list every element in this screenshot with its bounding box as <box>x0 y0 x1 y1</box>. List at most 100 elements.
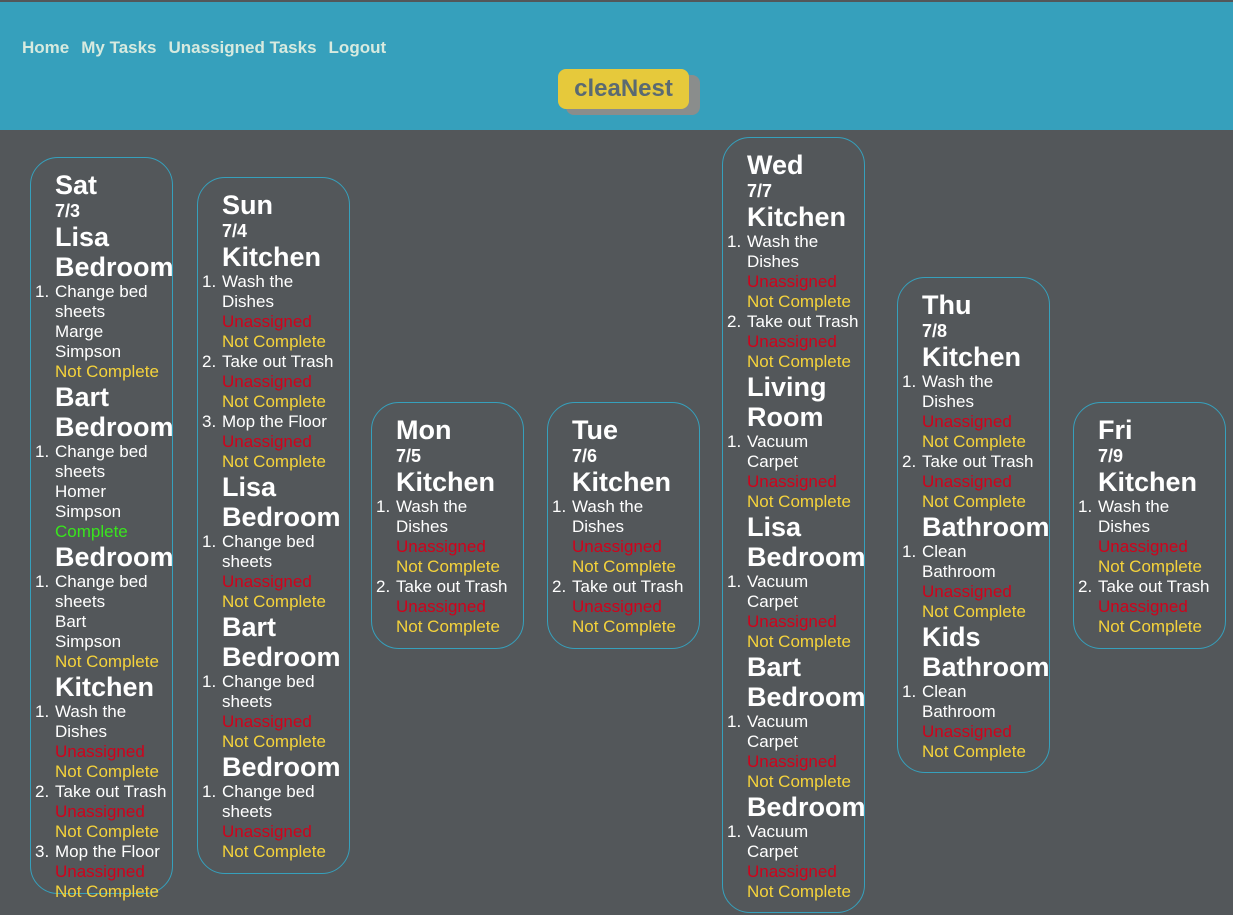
day-date: 7/3 <box>55 201 81 221</box>
task-item[interactable]: 1. Clean Bathroom Unassigned Not Complete <box>902 682 1079 762</box>
day-card-wed[interactable]: Wed 7/7 Kitchen 1. Wash the Dishes Unassigned N… <box>722 137 866 913</box>
day-content: Mon 7/5 Kitchen 1. Wash the Dishes Unassigned N… <box>376 415 553 637</box>
task-assignee: Unassigned <box>1098 537 1188 556</box>
task-item[interactable]: 1. Change bed sheets Bart Simpson Not Comple… <box>35 572 202 672</box>
task-status: Not Complete <box>1098 557 1202 576</box>
task-name: Take out Trash <box>396 577 508 596</box>
task-item[interactable]: 2. Take out Trash Unassigned Not Complete <box>35 782 202 842</box>
task-status: Not Complete <box>222 592 326 611</box>
day-card-sun[interactable]: Sun 7/4 Kitchen 1. Wash the Dishes Unassigned N… <box>197 177 350 874</box>
task-status: Not Complete <box>922 742 1026 761</box>
task-name: Change bed <box>222 782 315 801</box>
task-status: Not Complete <box>55 822 159 841</box>
day-content: Sun 7/4 Kitchen 1. Wash the Dishes Unassigned N… <box>202 190 379 862</box>
task-name-line: 1. Change bed <box>35 442 202 462</box>
day-card-mon[interactable]: Mon 7/5 Kitchen 1. Wash the Dishes Unassigned N… <box>371 402 524 649</box>
task-item[interactable]: 1. Wash the Dishes Unassigned Not Complete <box>727 232 894 312</box>
task-name: Wash the <box>55 702 127 721</box>
task-name-line: Carpet <box>747 592 799 611</box>
day-date: 7/4 <box>222 221 248 241</box>
task-item[interactable]: 1. Wash the Dishes Unassigned Not Complete <box>202 272 379 352</box>
task-item[interactable]: 1. Wash the Dishes Unassigned Not Complete <box>35 702 202 782</box>
nav-unassigned-tasks-link[interactable]: Unassigned Tasks <box>169 38 317 58</box>
task-list: 1. Change bed sheets Unassigned Not Complete <box>202 782 379 862</box>
task-item[interactable]: 1. Wash the Dishes Unassigned Not Complete <box>376 497 553 577</box>
task-item[interactable]: 3. Mop the Floor Unassigned Not Complete <box>202 412 379 472</box>
room-heading: Kitchen <box>396 467 496 497</box>
task-number: 1. <box>35 572 50 591</box>
task-item[interactable]: 2. Take out Trash Unassigned Not Complete <box>202 352 379 412</box>
task-list: 1. Change bed sheets Bart Simpson Not Comple… <box>35 572 202 672</box>
task-name-line: sheets <box>55 592 106 611</box>
day-name: Thu <box>922 290 972 320</box>
room-heading: Living Room <box>747 372 827 432</box>
nav-my-tasks-link[interactable]: My Tasks <box>81 38 156 58</box>
nav-home-link[interactable]: Home <box>22 38 69 58</box>
task-name: Clean <box>922 682 967 701</box>
task-number: 1. <box>902 372 917 391</box>
task-item[interactable]: 2. Take out Trash Unassigned Not Complete <box>1078 577 1233 637</box>
room-heading: Bedroom <box>222 752 341 782</box>
task-name-line: Dishes <box>747 252 799 271</box>
task-number: 1. <box>727 822 742 841</box>
task-assignee: Unassigned <box>747 862 837 881</box>
nav-logout-link[interactable]: Logout <box>329 38 387 58</box>
task-item[interactable]: 1. Change bed sheets Unassigned Not Complete <box>202 782 379 862</box>
task-number: 1. <box>727 572 742 591</box>
task-name: Take out Trash <box>747 312 859 331</box>
task-item[interactable]: 1. Wash the Dishes Unassigned Not Complete <box>902 372 1079 452</box>
task-item[interactable]: 1. Vacuum Carpet Unassigned Not Complete <box>727 712 894 792</box>
task-name-line: sheets <box>55 302 106 321</box>
task-name: Vacuum <box>747 432 809 451</box>
room-heading: Kitchen <box>55 672 155 702</box>
task-name: Take out Trash <box>922 452 1034 471</box>
task-item[interactable]: 1. Change bed sheets Homer Simpson Complete <box>35 442 202 542</box>
day-card-fri[interactable]: Fri 7/9 Kitchen 1. Wash the Dishes Unassigned N… <box>1073 402 1226 649</box>
task-item[interactable]: 2. Take out Trash Unassigned Not Complete <box>727 312 894 372</box>
task-number: 1. <box>35 702 50 721</box>
task-item[interactable]: 1. Change bed sheets Marge Simpson Not Compl… <box>35 282 202 382</box>
task-status: Not Complete <box>747 632 851 651</box>
task-item[interactable]: 2. Take out Trash Unassigned Not Complete <box>376 577 553 637</box>
room-heading: Kitchen <box>1098 467 1198 497</box>
day-card-sat[interactable]: Sat 7/3 Lisa Bedroom 1. Change bed sheets Marg… <box>30 157 174 901</box>
task-list: 1. Change bed sheets Unassigned Not Complete <box>202 532 379 612</box>
task-assignee: Unassigned <box>747 332 837 351</box>
task-assignee: Unassigned <box>572 597 662 616</box>
task-name: Mop the Floor <box>222 412 327 431</box>
task-item[interactable]: 1. Vacuum Carpet Unassigned Not Complete <box>727 432 894 512</box>
task-item[interactable]: 1. Wash the Dishes Unassigned Not Complete <box>1078 497 1233 577</box>
task-item[interactable]: 2. Take out Trash Unassigned Not Complete <box>552 577 729 637</box>
task-name-line: sheets <box>222 802 273 821</box>
room-heading: Bedroom <box>55 542 174 572</box>
task-item[interactable]: 1. Change bed sheets Unassigned Not Complete <box>202 672 379 752</box>
task-item[interactable]: 1. Clean Bathroom Unassigned Not Complete <box>902 542 1079 622</box>
task-name-line: 2. Take out Trash <box>1078 577 1233 597</box>
task-list: 1. Change bed sheets Marge Simpson Not Compl… <box>35 282 202 382</box>
task-name-line: 3. Mop the Floor <box>202 412 379 432</box>
task-list: 1. Change bed sheets Homer Simpson Complete <box>35 442 202 542</box>
task-name-line: 3. Mop the Floor <box>35 842 202 862</box>
task-name-line: Carpet <box>747 842 799 861</box>
task-assignee: Unassigned <box>222 432 312 451</box>
day-card-tue[interactable]: Tue 7/6 Kitchen 1. Wash the Dishes Unassigned N… <box>547 402 700 649</box>
task-item[interactable]: 3. Mop the Floor Unassigned Not Complete <box>35 842 202 902</box>
task-status: Not Complete <box>922 432 1026 451</box>
day-content: Sat 7/3 Lisa Bedroom 1. Change bed sheets Marg… <box>35 170 202 902</box>
task-number: 1. <box>727 432 742 451</box>
task-item[interactable]: 1. Vacuum Carpet Unassigned Not Complete <box>727 572 894 652</box>
task-name: Vacuum <box>747 712 809 731</box>
task-item[interactable]: 1. Change bed sheets Unassigned Not Complete <box>202 532 379 612</box>
day-card-thu[interactable]: Thu 7/8 Kitchen 1. Wash the Dishes Unassigned N… <box>897 277 1050 773</box>
task-list: 1. Wash the Dishes Unassigned Not Complete 2.… <box>202 272 379 472</box>
task-name-line: Dishes <box>572 517 624 536</box>
task-name: Take out Trash <box>55 782 167 801</box>
task-item[interactable]: 1. Wash the Dishes Unassigned Not Complete <box>552 497 729 577</box>
task-number: 2. <box>35 782 50 801</box>
task-item[interactable]: 1. Vacuum Carpet Unassigned Not Complete <box>727 822 894 902</box>
task-name: Take out Trash <box>572 577 684 596</box>
task-number: 1. <box>376 497 391 516</box>
task-name-line: Carpet <box>747 452 799 471</box>
room-heading: Kitchen <box>222 242 322 272</box>
task-item[interactable]: 2. Take out Trash Unassigned Not Complete <box>902 452 1079 512</box>
